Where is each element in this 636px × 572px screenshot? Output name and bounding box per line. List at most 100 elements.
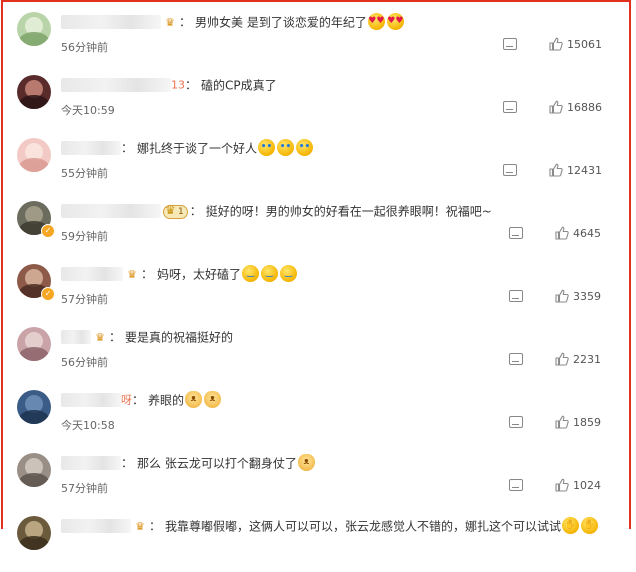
crown-badge-icon[interactable]: ♛ <box>133 520 147 533</box>
comment-list: ♛：男帅女美 是到了谈恋爱的年纪了♥♥ ♥♥ 56分钟前 15061 13： 磕的CP成真… <box>1 0 631 550</box>
comment-line: 13： 磕的CP成真了 <box>61 75 619 95</box>
heart-eyes-emoji: ♥♥ <box>367 13 385 30</box>
heart-eyes-emoji: ♥♥ <box>386 13 404 30</box>
crying-emoji: •• <box>296 139 314 156</box>
cat-face-emoji: ᴥ <box>204 391 222 408</box>
laugh-cry-emoji: ‿ <box>242 265 260 282</box>
like-count: 4645 <box>573 227 601 240</box>
comment-line: ：娜扎终于谈了一个好人 •• •• •• <box>61 138 619 158</box>
like-button[interactable]: 2231 <box>555 352 611 368</box>
comment-time: 今天10:58 <box>61 419 115 432</box>
colon-separator: ： <box>141 267 154 281</box>
comment-text: 磕的CP成真了 <box>201 78 277 93</box>
crying-emoji: •• <box>277 139 295 156</box>
reply-icon[interactable] <box>509 479 523 491</box>
comment-text: 我靠尊嘟假嘟，这俩人可以可以，张云龙感觉人不错的，娜扎这个可以试试 <box>165 519 562 534</box>
like-count: 1024 <box>573 479 601 492</box>
username-link[interactable] <box>61 266 123 281</box>
comment-actions: 16886 <box>503 100 619 117</box>
comment-time: 57分钟前 <box>61 482 108 495</box>
colon-separator: ： <box>189 204 202 218</box>
reply-icon[interactable] <box>509 227 523 239</box>
user-avatar[interactable] <box>17 75 51 109</box>
thumbs-up-icon <box>549 37 564 52</box>
like-button[interactable]: 15061 <box>549 37 605 53</box>
thumbs-up-icon <box>555 352 570 367</box>
comment-actions: 2231 <box>503 352 619 369</box>
comment-line: ：那么 张云龙可以打个翻身仗了 ᴥ <box>61 453 619 473</box>
username-link[interactable] <box>61 14 161 29</box>
comment-text: 娜扎终于谈了一个好人 <box>137 141 258 156</box>
comment-item: ：那么 张云龙可以打个翻身仗了 ᴥ 57分钟前 1024 <box>3 447 629 509</box>
laugh-cry-emoji: ‿ <box>280 265 298 282</box>
comment-text: 男帅女美 是到了谈恋爱的年纪了 <box>195 15 367 30</box>
comment-item: ♛：男帅女美 是到了谈恋爱的年纪了♥♥ ♥♥ 56分钟前 15061 <box>3 6 629 68</box>
clapping-emoji: ✋ <box>562 517 580 534</box>
username-link[interactable] <box>61 77 171 92</box>
crown-badge-icon[interactable]: ♛ <box>163 16 177 29</box>
comment-item: 呀： 养眼的 ᴥ ᴥ 今天10:58 1859 <box>3 384 629 446</box>
verified-badge-icon: ✓ <box>41 224 55 238</box>
user-avatar[interactable] <box>17 453 51 487</box>
thumbs-up-icon <box>549 100 564 115</box>
like-button[interactable]: 4645 <box>555 226 611 242</box>
comment-actions: 15061 <box>503 37 619 54</box>
thumbs-up-icon <box>555 478 570 493</box>
comment-text: 妈呀，太好磕了 <box>157 267 242 282</box>
comment-time: 今天10:59 <box>61 104 115 117</box>
crying-emoji: •• <box>258 139 276 156</box>
comment-actions: 3359 <box>503 289 619 306</box>
username-link[interactable] <box>61 392 121 407</box>
like-button[interactable]: 1859 <box>555 415 611 431</box>
username-link[interactable] <box>61 329 91 344</box>
comment-line: 呀： 养眼的 ᴥ ᴥ <box>61 390 619 410</box>
like-button[interactable]: 3359 <box>555 289 611 305</box>
crown-badge-icon[interactable]: ♛ <box>125 268 139 281</box>
comment-actions: 1024 <box>503 478 619 495</box>
vip-level-badge[interactable]: 1 <box>163 204 188 219</box>
reply-icon[interactable] <box>509 353 523 365</box>
crown-badge-icon[interactable]: ♛ <box>93 331 107 344</box>
reply-icon[interactable] <box>503 164 517 176</box>
comment-actions: 1859 <box>503 415 619 432</box>
comment-line: ♛：我靠尊嘟假嘟，这俩人可以可以，张云龙感觉人不错的，娜扎这个可以试试 ✋ ✋ <box>61 516 619 536</box>
like-count: 12431 <box>567 164 602 177</box>
user-avatar[interactable] <box>17 327 51 361</box>
like-button[interactable]: 12431 <box>549 163 605 179</box>
user-avatar[interactable] <box>17 516 51 550</box>
colon-separator: ： <box>121 141 134 155</box>
username-suffix[interactable]: 13 <box>171 79 185 92</box>
user-avatar[interactable] <box>17 390 51 424</box>
username-link[interactable] <box>61 140 121 155</box>
comment-text: 那么 张云龙可以打个翻身仗了 <box>137 456 297 471</box>
username-link[interactable] <box>61 518 131 533</box>
colon-separator: ： <box>121 456 134 470</box>
comment-text: 挺好的呀！男的帅女的好看在一起很养眼啊！祝福吧~ <box>205 204 492 219</box>
comment-text: 要是真的祝福挺好的 <box>125 330 234 345</box>
reply-icon[interactable] <box>503 38 517 50</box>
comment-text: 养眼的 <box>148 393 185 408</box>
comment-time: 56分钟前 <box>61 41 108 54</box>
reply-icon[interactable] <box>503 101 517 113</box>
comment-time: 55分钟前 <box>61 167 108 180</box>
laugh-cry-emoji: ‿ <box>261 265 279 282</box>
comment-actions: 4645 <box>503 226 619 243</box>
like-button[interactable]: 16886 <box>549 100 605 116</box>
comment-line: 1：挺好的呀！男的帅女的好看在一起很养眼啊！祝福吧~ <box>61 201 619 221</box>
comment-item: ✓ 1：挺好的呀！男的帅女的好看在一起很养眼啊！祝福吧~ 59分钟前 4645 <box>3 195 629 257</box>
colon-separator: ： <box>109 330 122 344</box>
cat-face-emoji: ᴥ <box>185 391 203 408</box>
username-link[interactable] <box>61 203 161 218</box>
user-avatar[interactable] <box>17 12 51 46</box>
username-link[interactable] <box>61 455 121 470</box>
reply-icon[interactable] <box>509 290 523 302</box>
colon-separator: ： <box>179 15 192 29</box>
comment-line: ♛：要是真的祝福挺好的 <box>61 327 619 347</box>
verified-badge-icon: ✓ <box>41 287 55 301</box>
reply-icon[interactable] <box>509 416 523 428</box>
colon-separator: ： <box>149 519 162 533</box>
like-button[interactable]: 1024 <box>555 478 611 494</box>
username-suffix[interactable]: 呀 <box>121 394 132 407</box>
user-avatar[interactable] <box>17 138 51 172</box>
like-count: 3359 <box>573 290 601 303</box>
